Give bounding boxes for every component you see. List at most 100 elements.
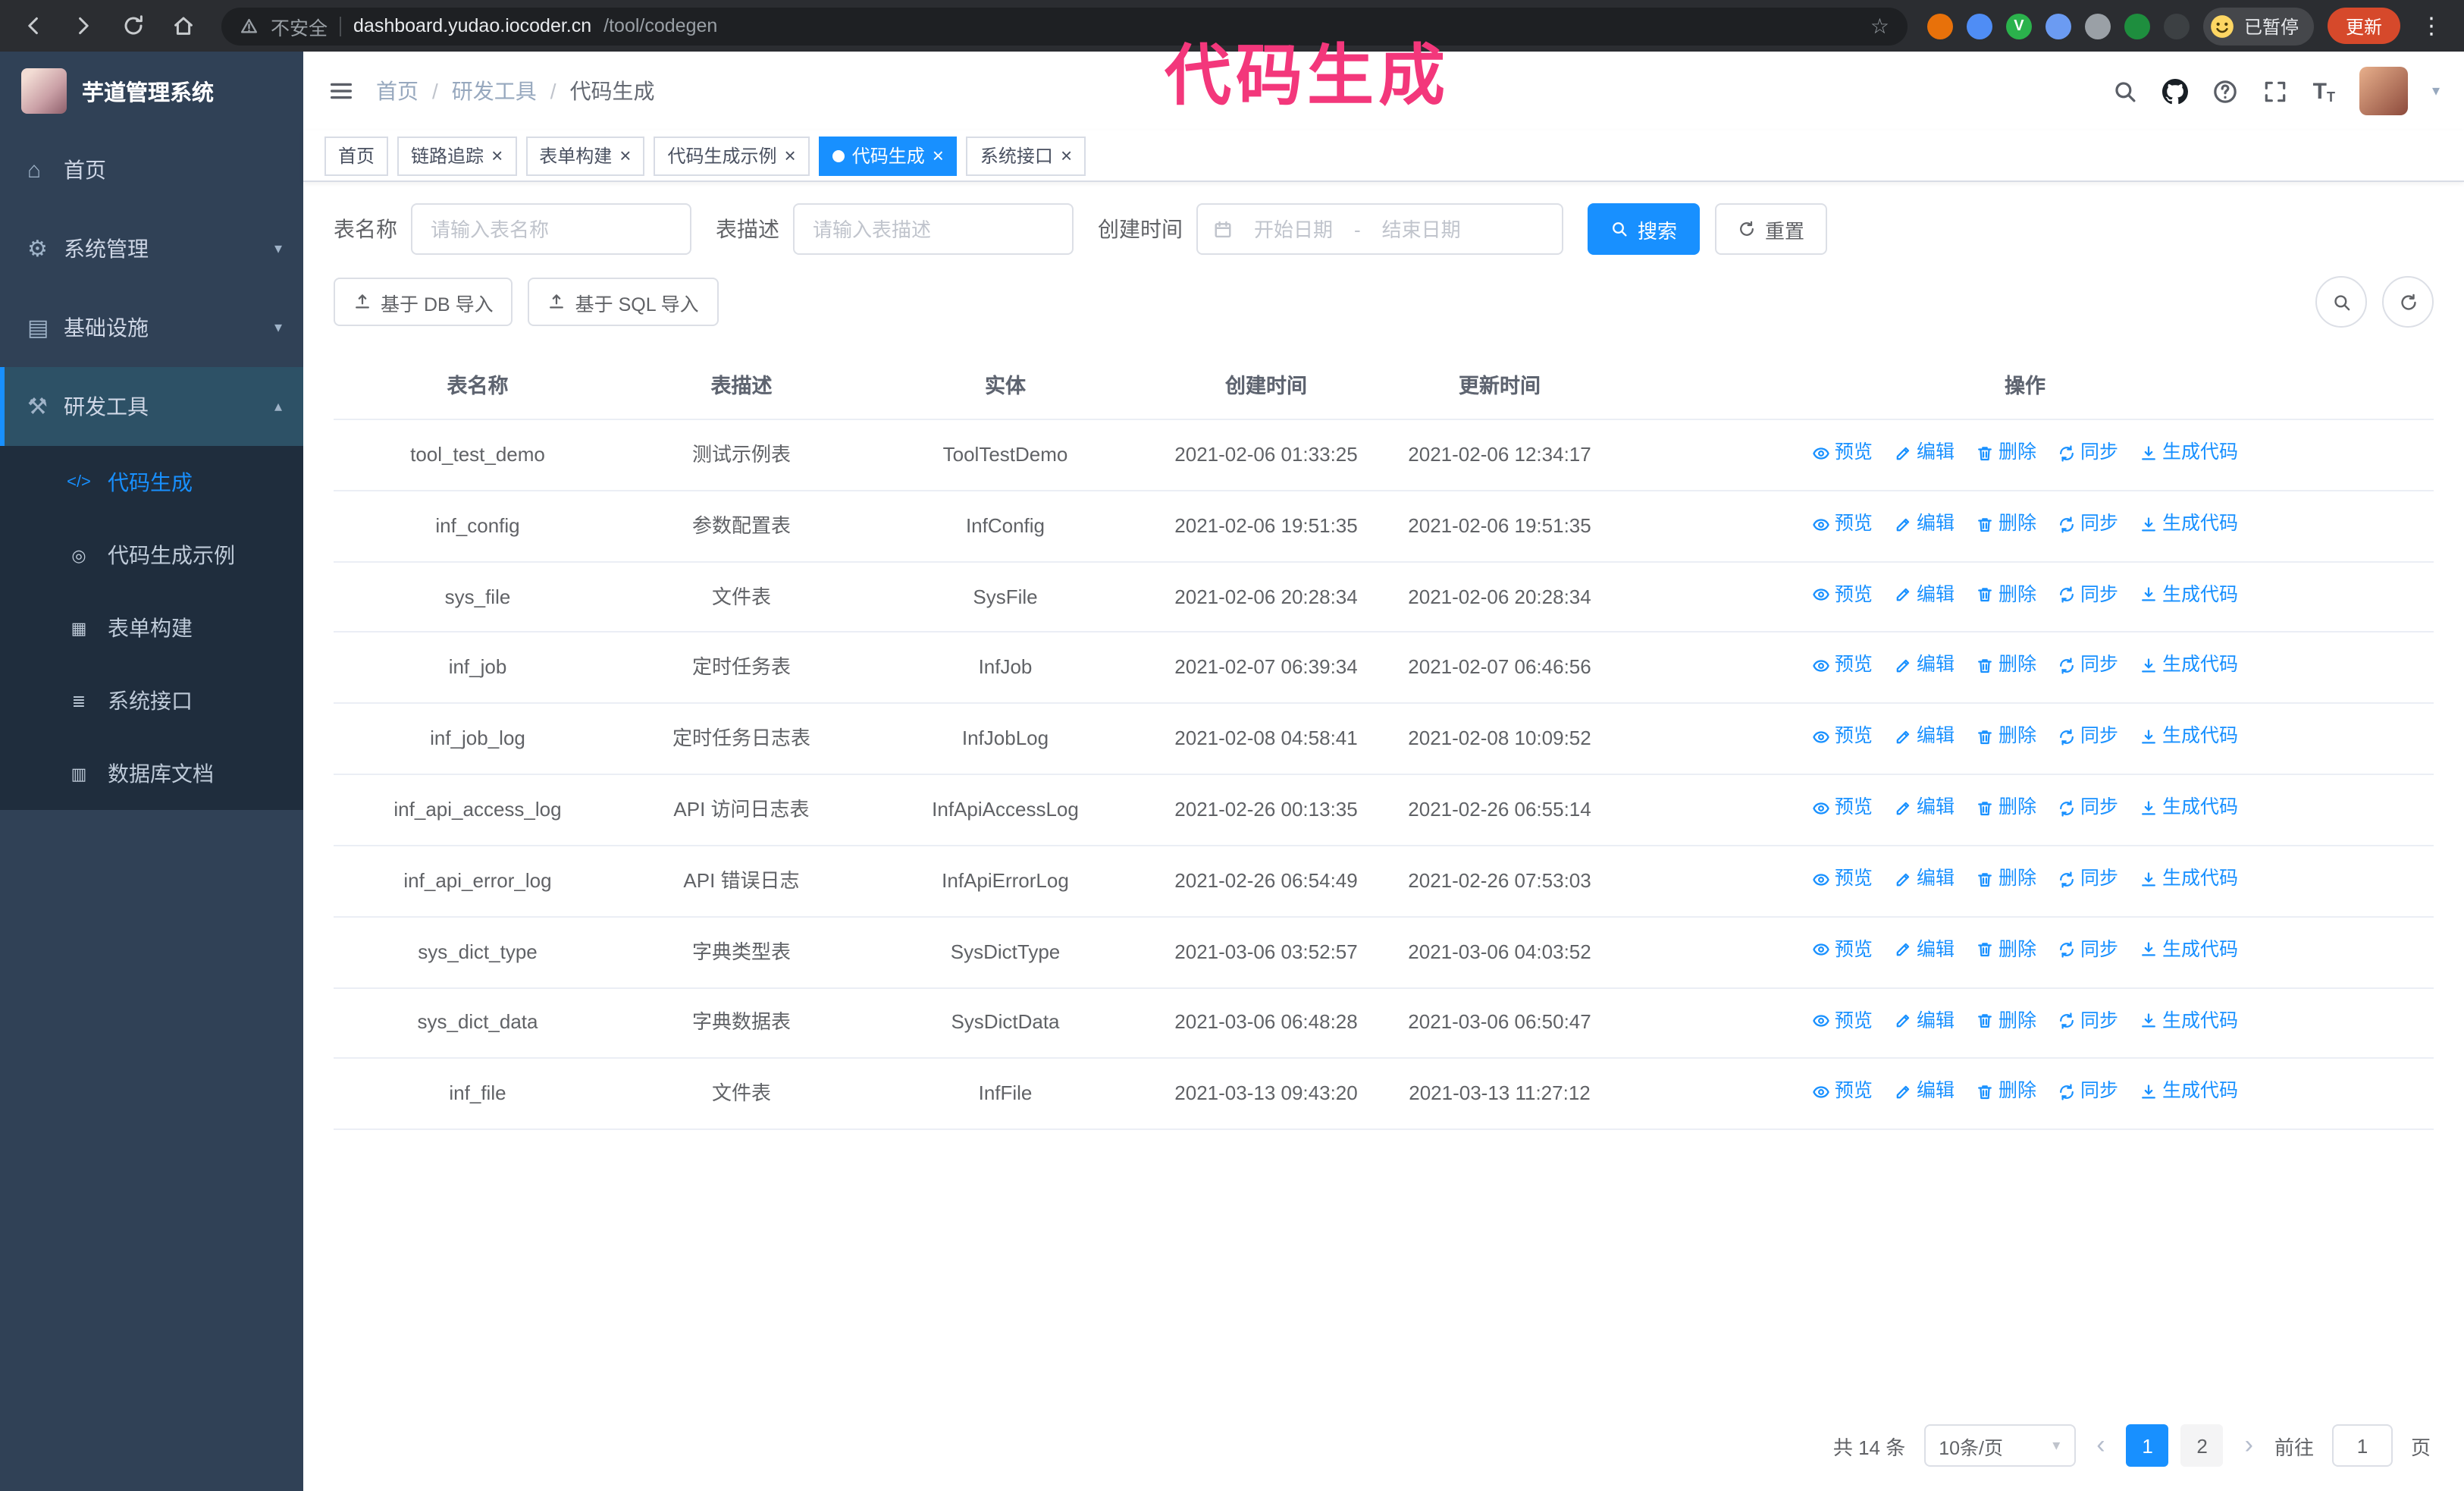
action-generate-code[interactable]: 生成代码 xyxy=(2140,438,2238,468)
date-range-picker[interactable]: - xyxy=(1196,203,1563,255)
action-edit[interactable]: 编辑 xyxy=(1894,793,1955,823)
action-delete[interactable]: 删除 xyxy=(1976,936,2036,965)
action-sync[interactable]: 同步 xyxy=(2058,723,2118,752)
extension-icon[interactable] xyxy=(2084,13,2111,39)
action-edit[interactable]: 编辑 xyxy=(1894,865,1955,894)
action-edit[interactable]: 编辑 xyxy=(1894,510,1955,539)
extension-icon[interactable] xyxy=(2124,13,2150,39)
action-sync[interactable]: 同步 xyxy=(2058,580,2118,610)
action-preview[interactable]: 预览 xyxy=(1812,1006,1873,1036)
close-icon[interactable]: × xyxy=(785,146,796,165)
close-icon[interactable]: × xyxy=(933,146,944,165)
avatar-caret-icon[interactable]: ▾ xyxy=(2432,83,2440,99)
action-generate-code[interactable]: 生成代码 xyxy=(2140,723,2238,752)
action-sync[interactable]: 同步 xyxy=(2058,793,2118,823)
action-sync[interactable]: 同步 xyxy=(2058,1078,2118,1107)
close-icon[interactable]: × xyxy=(619,146,631,165)
action-preview[interactable]: 预览 xyxy=(1812,936,1873,965)
action-edit[interactable]: 编辑 xyxy=(1894,580,1955,610)
action-generate-code[interactable]: 生成代码 xyxy=(2140,580,2238,610)
action-preview[interactable]: 预览 xyxy=(1812,793,1873,823)
browser-update-button[interactable]: 更新 xyxy=(2327,8,2400,44)
sidebar-subitem[interactable]: ≣ 系统接口 xyxy=(0,664,303,737)
action-generate-code[interactable]: 生成代码 xyxy=(2140,936,2238,965)
extension-icon[interactable] xyxy=(2045,13,2071,39)
breadcrumb-item[interactable]: 研发工具 xyxy=(452,76,570,106)
extension-icon[interactable]: V xyxy=(2005,13,2032,39)
browser-menu-icon[interactable]: ⋮ xyxy=(2414,12,2449,39)
extension-icon[interactable] xyxy=(1926,13,1953,39)
sidebar-item[interactable]: ⚙ 系统管理 ▾ xyxy=(0,209,303,288)
action-preview[interactable]: 预览 xyxy=(1812,865,1873,894)
page-size-select[interactable]: 10条/页 ▾ xyxy=(1923,1424,2076,1467)
sidebar-item[interactable]: ▤ 基础设施 ▾ xyxy=(0,288,303,367)
sidebar-toggle-icon[interactable] xyxy=(328,77,355,105)
action-delete[interactable]: 删除 xyxy=(1976,580,2036,610)
action-generate-code[interactable]: 生成代码 xyxy=(2140,510,2238,539)
browser-back-button[interactable] xyxy=(15,8,52,44)
sidebar-item[interactable]: ⚒ 研发工具 ▴ xyxy=(0,367,303,446)
breadcrumb-item[interactable]: 代码生成 xyxy=(570,76,655,106)
user-avatar[interactable] xyxy=(2359,67,2408,115)
help-icon[interactable] xyxy=(2213,78,2239,104)
import-sql-button[interactable]: 基于 SQL 导入 xyxy=(528,278,719,326)
bookmark-star-icon[interactable]: ☆ xyxy=(1870,13,1889,39)
action-edit[interactable]: 编辑 xyxy=(1894,936,1955,965)
action-sync[interactable]: 同步 xyxy=(2058,936,2118,965)
view-tab[interactable]: 代码生成 × xyxy=(818,136,958,175)
action-sync[interactable]: 同步 xyxy=(2058,1006,2118,1036)
action-preview[interactable]: 预览 xyxy=(1812,438,1873,468)
search-button[interactable]: 搜索 xyxy=(1588,203,1701,255)
breadcrumb-item[interactable]: 首页 xyxy=(376,76,452,106)
action-edit[interactable]: 编辑 xyxy=(1894,723,1955,752)
action-edit[interactable]: 编辑 xyxy=(1894,651,1955,681)
table-name-input[interactable] xyxy=(411,203,691,255)
action-delete[interactable]: 删除 xyxy=(1976,510,2036,539)
view-tab[interactable]: 首页 xyxy=(324,136,389,175)
action-generate-code[interactable]: 生成代码 xyxy=(2140,651,2238,681)
sidebar-item[interactable]: ⌂ 首页 xyxy=(0,130,303,209)
view-tab[interactable]: 链路追踪 × xyxy=(397,136,517,175)
extension-icon[interactable] xyxy=(1966,13,1992,39)
browser-home-button[interactable] xyxy=(165,8,202,44)
font-size-icon[interactable] xyxy=(2313,78,2335,104)
action-generate-code[interactable]: 生成代码 xyxy=(2140,865,2238,894)
import-db-button[interactable]: 基于 DB 导入 xyxy=(334,278,513,326)
sidebar-subitem[interactable]: ▥ 数据库文档 xyxy=(0,737,303,810)
action-sync[interactable]: 同步 xyxy=(2058,865,2118,894)
action-sync[interactable]: 同步 xyxy=(2058,438,2118,468)
action-preview[interactable]: 预览 xyxy=(1812,510,1873,539)
next-page-button[interactable]: › xyxy=(2242,1430,2256,1461)
action-generate-code[interactable]: 生成代码 xyxy=(2140,793,2238,823)
goto-page-input[interactable] xyxy=(2331,1424,2393,1467)
profile-badge[interactable]: 已暂停 xyxy=(2202,7,2314,45)
page-button[interactable]: 2 xyxy=(2180,1424,2224,1467)
action-delete[interactable]: 删除 xyxy=(1976,1006,2036,1036)
fullscreen-icon[interactable] xyxy=(2263,78,2289,104)
toggle-search-button[interactable] xyxy=(2315,276,2367,328)
action-preview[interactable]: 预览 xyxy=(1812,580,1873,610)
action-sync[interactable]: 同步 xyxy=(2058,510,2118,539)
reset-button[interactable]: 重置 xyxy=(1715,203,1828,255)
table-desc-input[interactable] xyxy=(793,203,1074,255)
sidebar-subitem[interactable]: ▦ 表单构建 xyxy=(0,592,303,664)
action-edit[interactable]: 编辑 xyxy=(1894,1006,1955,1036)
view-tab[interactable]: 代码生成示例 × xyxy=(654,136,810,175)
sidebar-subitem[interactable]: ◎ 代码生成示例 xyxy=(0,519,303,592)
action-delete[interactable]: 删除 xyxy=(1976,1078,2036,1107)
action-preview[interactable]: 预览 xyxy=(1812,723,1873,752)
close-icon[interactable]: × xyxy=(1061,146,1072,165)
action-generate-code[interactable]: 生成代码 xyxy=(2140,1078,2238,1107)
action-generate-code[interactable]: 生成代码 xyxy=(2140,1006,2238,1036)
prev-page-button[interactable]: ‹ xyxy=(2093,1430,2108,1461)
browser-forward-button[interactable] xyxy=(65,8,102,44)
github-icon[interactable] xyxy=(2163,78,2189,104)
sidebar-subitem[interactable]: </> 代码生成 xyxy=(0,446,303,519)
extension-icon[interactable] xyxy=(2163,13,2190,39)
start-date-input[interactable] xyxy=(1239,218,1348,240)
sidebar-logo[interactable]: 芋道管理系统 xyxy=(0,52,303,130)
action-edit[interactable]: 编辑 xyxy=(1894,1078,1955,1107)
action-delete[interactable]: 删除 xyxy=(1976,723,2036,752)
action-edit[interactable]: 编辑 xyxy=(1894,438,1955,468)
action-delete[interactable]: 删除 xyxy=(1976,793,2036,823)
